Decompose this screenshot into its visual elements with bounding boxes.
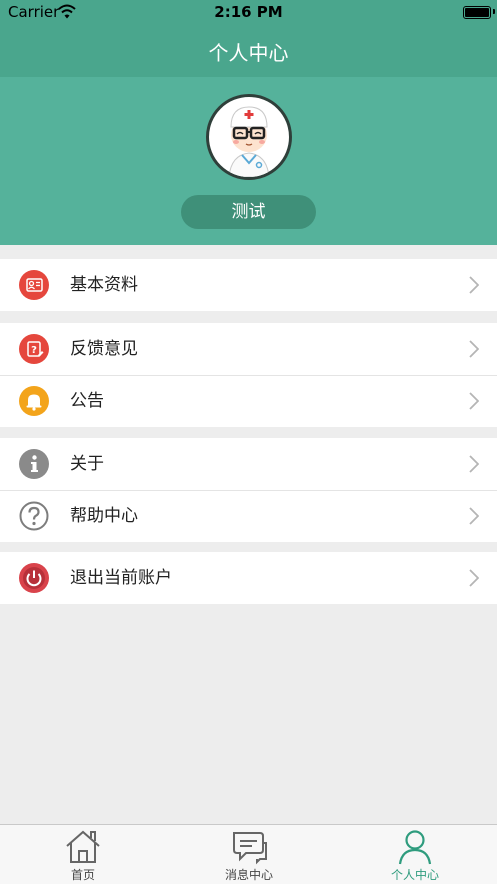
tab-bar: 首页 消息中心 个人中心 [0,824,497,884]
profile-header: Carrier 2:16 PM 个人中心 测试 [0,0,497,245]
profile-card-icon [19,270,49,300]
status-bar: Carrier 2:16 PM [0,0,497,26]
menu-item-basic-info[interactable]: 基本资料 [0,259,497,311]
chevron-right-icon [469,455,479,473]
status-time: 2:16 PM [214,3,283,21]
menu-group-logout: 退出当前账户 [0,552,497,604]
tab-messages[interactable]: 消息中心 [166,825,332,884]
help-icon [19,501,49,531]
menu-item-label: 公告 [70,391,104,411]
tab-label: 首页 [70,868,95,882]
menu-item-label: 退出当前账户 [70,568,172,588]
menu-group-about: 关于 帮助中心 [0,438,497,542]
chevron-right-icon [469,569,479,587]
menu-item-about[interactable]: 关于 [0,438,497,490]
tab-label: 个人中心 [390,868,439,882]
menu-item-label: 关于 [70,454,104,474]
chevron-right-icon [469,340,479,358]
battery-icon [463,6,491,19]
menu-item-help-center[interactable]: 帮助中心 [0,490,497,542]
svg-text:?: ? [31,345,37,356]
tab-profile[interactable]: 个人中心 [332,825,497,884]
tab-label: 消息中心 [224,868,273,882]
feedback-icon: ? [19,334,49,364]
menu-group-feedback: ? 反馈意见 公告 [0,323,497,427]
menu-item-label: 帮助中心 [70,506,138,526]
chevron-right-icon [469,392,479,410]
menu-item-label: 反馈意见 [70,339,138,359]
page-title: 个人中心 [208,41,289,65]
chevron-right-icon [469,276,479,294]
message-icon [233,832,267,865]
battery-tip [493,9,495,14]
home-icon [66,830,100,863]
power-icon [19,563,49,593]
menu-item-feedback[interactable]: ? 反馈意见 [0,323,497,375]
chevron-right-icon [469,507,479,525]
username-badge[interactable]: 测试 [181,195,316,229]
info-icon [19,449,49,479]
person-icon [398,830,432,865]
tab-home[interactable]: 首页 [0,825,166,884]
menu-item-logout[interactable]: 退出当前账户 [0,552,497,604]
bell-icon [19,386,49,416]
menu-item-label: 基本资料 [70,275,138,295]
menu-group-profile: 基本资料 [0,259,497,311]
doctor-avatar-icon [228,106,270,177]
avatar[interactable] [206,94,292,180]
menu-item-announcement[interactable]: 公告 [0,375,497,427]
